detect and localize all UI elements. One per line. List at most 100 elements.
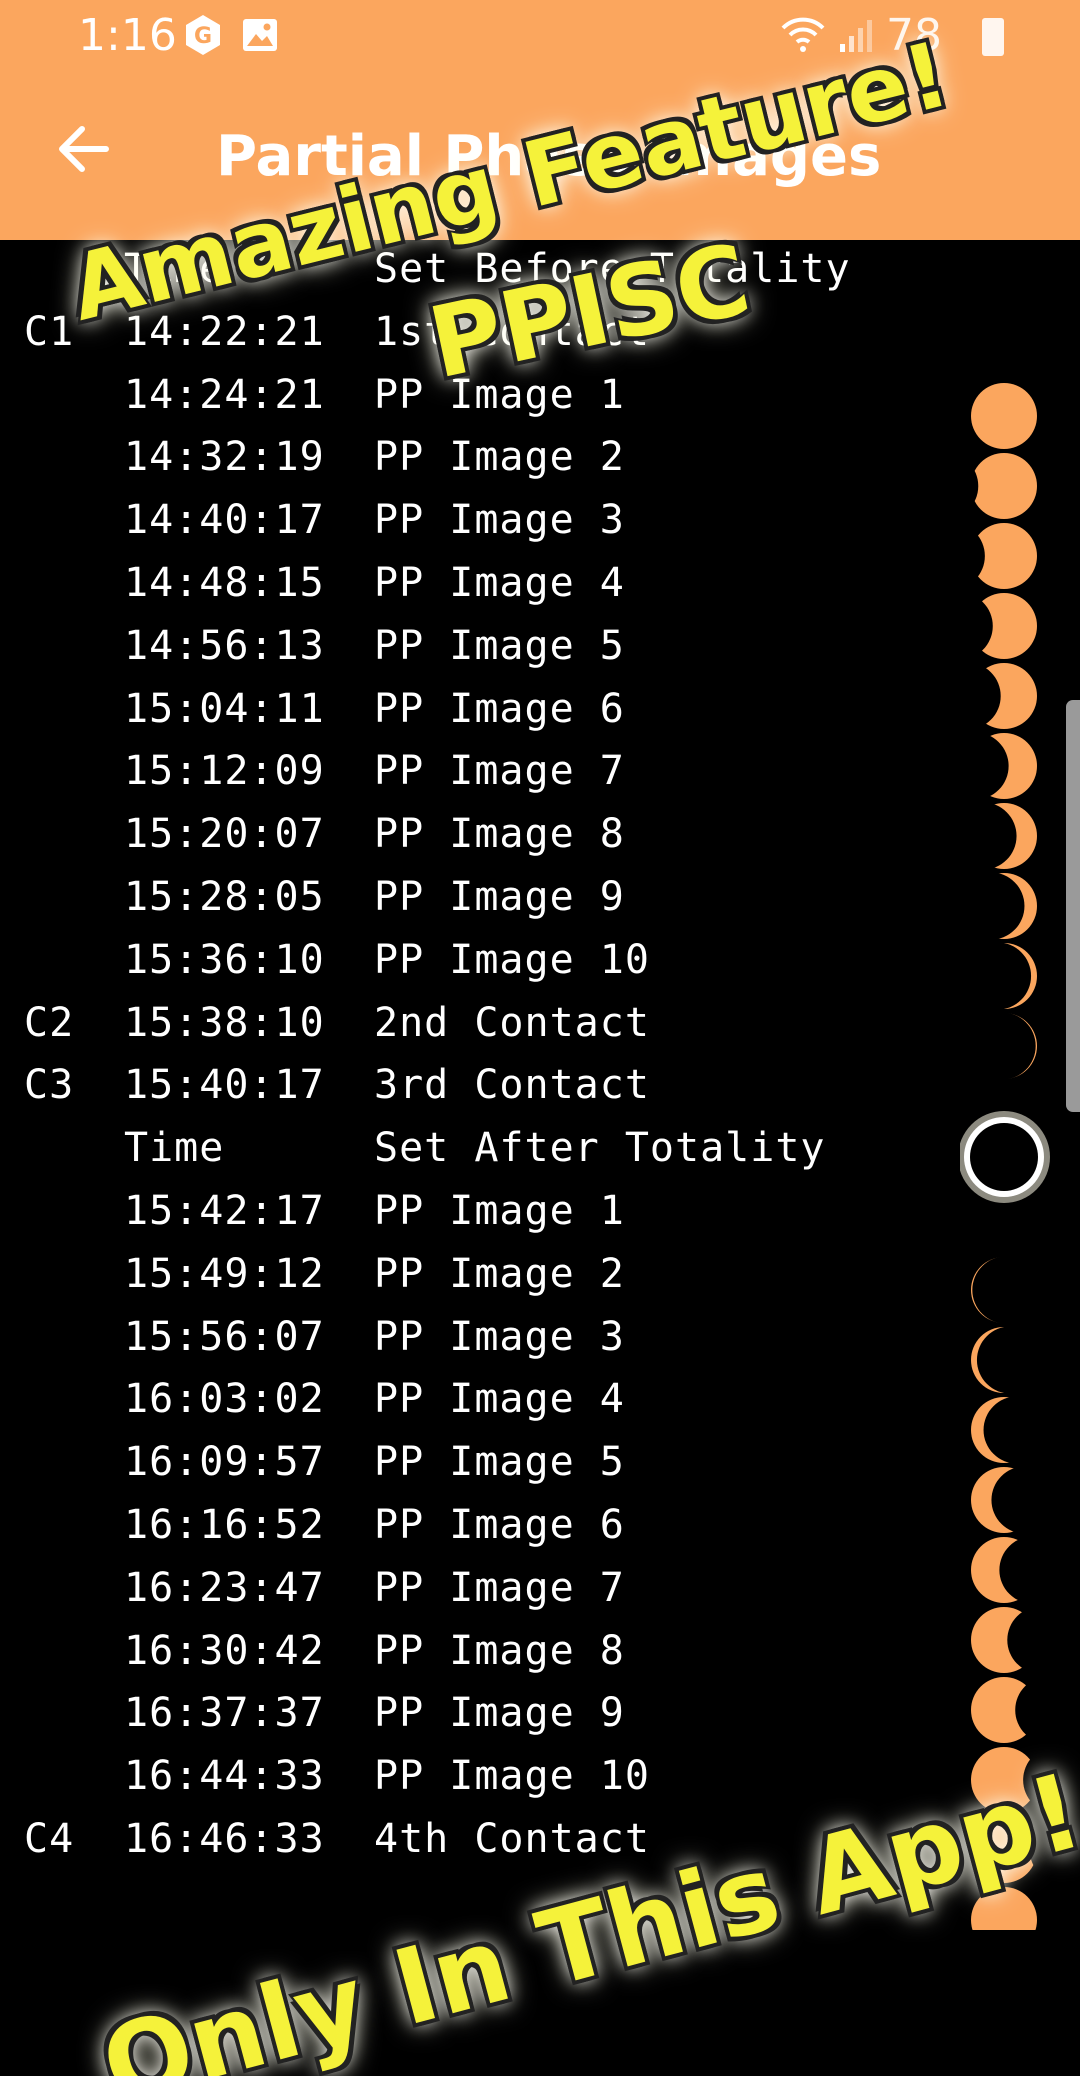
row-label: PP Image 10 bbox=[374, 1753, 650, 1800]
table-row: 15:36:10 PP Image 10 bbox=[0, 931, 1080, 994]
table-row: 16:03:02 PP Image 4 bbox=[0, 1370, 1080, 1433]
google-icon: G bbox=[186, 15, 220, 55]
partial-sun-after bbox=[971, 1257, 1037, 1323]
row-label: PP Image 1 bbox=[374, 1187, 625, 1234]
table-row: 14:48:15 PP Image 4 bbox=[0, 554, 1080, 617]
row-time: 16:46:33 bbox=[124, 1815, 325, 1862]
row-time: 16:30:42 bbox=[124, 1627, 325, 1674]
arrow-left-icon[interactable] bbox=[56, 122, 110, 176]
table-row: 14:56:13 PP Image 5 bbox=[0, 617, 1080, 680]
partial-sun-after bbox=[971, 1537, 1037, 1603]
table-row: 15:42:17 PP Image 1 bbox=[0, 1182, 1080, 1245]
row-label: PP Image 7 bbox=[374, 1564, 625, 1611]
table-row: 16:30:42 PP Image 8 bbox=[0, 1622, 1080, 1685]
row-time: 16:37:37 bbox=[124, 1690, 325, 1737]
row-label: PP Image 3 bbox=[374, 1313, 625, 1360]
row-time: 15:42:17 bbox=[124, 1187, 325, 1234]
table-row: 15:56:07 PP Image 3 bbox=[0, 1308, 1080, 1371]
row-label: PP Image 2 bbox=[374, 434, 625, 481]
row-time: 16:03:02 bbox=[124, 1376, 325, 1423]
svg-text:G: G bbox=[194, 24, 212, 49]
partial-sun-before bbox=[971, 733, 1037, 799]
partial-sun-before bbox=[971, 803, 1037, 869]
table-row: C3 15:40:17 3rd Contact bbox=[0, 1056, 1080, 1119]
row-label: PP Image 9 bbox=[374, 873, 625, 920]
row-label: PP Image 2 bbox=[374, 1250, 625, 1297]
partial-sun-before bbox=[971, 523, 1037, 589]
table-row: 16:23:47 PP Image 7 bbox=[0, 1559, 1080, 1622]
row-time: 15:28:05 bbox=[124, 873, 325, 920]
row-time: 15:36:10 bbox=[124, 936, 325, 983]
row-time: 15:56:07 bbox=[124, 1313, 325, 1360]
partial-sun-before bbox=[971, 593, 1037, 659]
table-row: 16:09:57 PP Image 5 bbox=[0, 1433, 1080, 1496]
table-row: Time Set After Totality bbox=[0, 1119, 1080, 1182]
row-label: PP Image 6 bbox=[374, 685, 625, 732]
status-time: 1:16 bbox=[78, 10, 177, 61]
row-time: 15:12:09 bbox=[124, 748, 325, 795]
partial-sun-after bbox=[971, 1397, 1037, 1463]
row-time: 16:09:57 bbox=[124, 1439, 325, 1486]
row-label: PP Image 4 bbox=[374, 1376, 625, 1423]
row-time: 16:16:52 bbox=[124, 1501, 325, 1548]
battery-icon bbox=[982, 18, 1004, 56]
partial-sun-before bbox=[971, 383, 1037, 449]
wifi-icon bbox=[781, 17, 825, 52]
row-label: PP Image 4 bbox=[374, 559, 625, 606]
row-label: Set After Totality bbox=[374, 1125, 826, 1172]
table-row: 16:37:37 PP Image 9 bbox=[0, 1684, 1080, 1747]
row-time: 15:49:12 bbox=[124, 1250, 325, 1297]
partial-sun-before bbox=[971, 453, 1037, 519]
row-time: 14:32:19 bbox=[124, 434, 325, 481]
table-row: 15:49:12 PP Image 2 bbox=[0, 1245, 1080, 1308]
partial-sun-before bbox=[971, 873, 1037, 939]
table-row: 15:04:11 PP Image 6 bbox=[0, 680, 1080, 743]
row-label: PP Image 9 bbox=[374, 1690, 625, 1737]
row-code: C1 bbox=[24, 308, 75, 355]
row-time: Time bbox=[124, 1125, 225, 1172]
row-label: PP Image 5 bbox=[374, 1439, 625, 1486]
table-row: C2 15:38:10 2nd Contact bbox=[0, 994, 1080, 1057]
partial-sun-after bbox=[971, 1327, 1037, 1393]
partial-sun-before bbox=[971, 1013, 1037, 1079]
row-code: C3 bbox=[24, 1062, 75, 1109]
row-label: PP Image 7 bbox=[374, 748, 625, 795]
app-screen: 1:16 G 78 Partial Phase Images Time Set … bbox=[0, 0, 1080, 2076]
row-label: 4th Contact bbox=[374, 1815, 650, 1862]
table-row: 15:28:05 PP Image 9 bbox=[0, 868, 1080, 931]
table-row: 15:12:09 PP Image 7 bbox=[0, 742, 1080, 805]
row-time: 14:56:13 bbox=[124, 622, 325, 669]
table-row: 14:40:17 PP Image 3 bbox=[0, 491, 1080, 554]
row-time: 16:23:47 bbox=[124, 1564, 325, 1611]
row-time: 15:20:07 bbox=[124, 811, 325, 858]
table-row: 16:16:52 PP Image 6 bbox=[0, 1496, 1080, 1559]
table-row: 14:32:19 PP Image 2 bbox=[0, 428, 1080, 491]
totality-sun bbox=[960, 1111, 1050, 1203]
partial-sun-before bbox=[971, 943, 1037, 1009]
row-label: PP Image 8 bbox=[374, 1627, 625, 1674]
row-time: 14:24:21 bbox=[124, 371, 325, 418]
eclipse-sequence-image bbox=[960, 383, 1050, 1930]
row-label: PP Image 8 bbox=[374, 811, 625, 858]
row-label: PP Image 6 bbox=[374, 1501, 625, 1548]
row-time: 15:38:10 bbox=[124, 999, 325, 1046]
row-label: PP Image 10 bbox=[374, 936, 650, 983]
partial-sun-before bbox=[971, 663, 1037, 729]
row-label: PP Image 5 bbox=[374, 622, 625, 669]
row-label: 2nd Contact bbox=[374, 999, 650, 1046]
row-time: 14:40:17 bbox=[124, 497, 325, 544]
row-time: 15:04:11 bbox=[124, 685, 325, 732]
scrollbar[interactable] bbox=[1066, 700, 1080, 1112]
partial-sun-after bbox=[971, 1467, 1037, 1533]
row-code: C4 bbox=[24, 1815, 75, 1862]
partial-sun-after bbox=[971, 1607, 1037, 1673]
row-label: 3rd Contact bbox=[374, 1062, 650, 1109]
partial-sun-after bbox=[971, 1677, 1037, 1743]
row-code: C2 bbox=[24, 999, 75, 1046]
table-row: 15:20:07 PP Image 8 bbox=[0, 805, 1080, 868]
contact-times-table: Time Set Before Totality C1 14:22:21 1st Con… bbox=[0, 240, 1080, 1873]
image-icon bbox=[243, 19, 277, 51]
row-time: 16:44:33 bbox=[124, 1753, 325, 1800]
row-time: 14:48:15 bbox=[124, 559, 325, 606]
row-label: PP Image 3 bbox=[374, 497, 625, 544]
